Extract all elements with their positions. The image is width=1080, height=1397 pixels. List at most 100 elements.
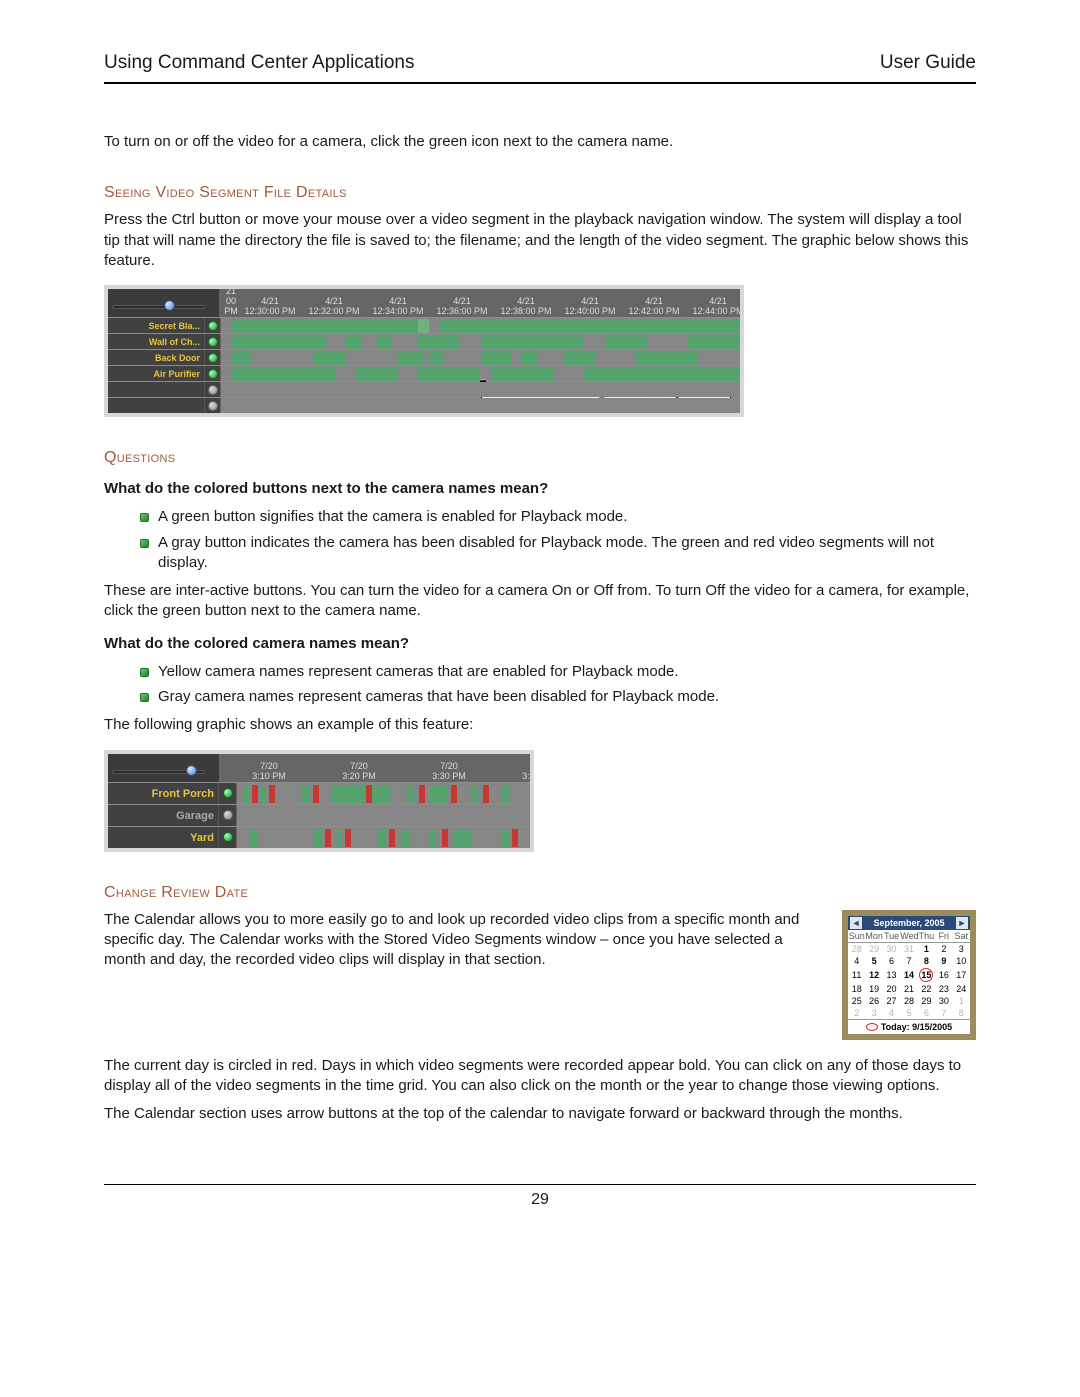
slider-thumb-icon[interactable] (186, 765, 197, 776)
timeline-track[interactable]: Dir 00-12-A8-00-31-42 File F_000274.wmv,… (220, 366, 740, 381)
calendar-day[interactable]: 22 (918, 983, 935, 995)
calendar-day[interactable]: 26 (865, 995, 882, 1007)
timeline-row: Back Door (108, 349, 740, 365)
timeline-track[interactable] (220, 398, 740, 413)
camera-name (108, 382, 204, 397)
calendar-day[interactable]: 19 (865, 983, 882, 995)
camera-toggle-button[interactable] (218, 783, 236, 804)
status-dot-icon (208, 401, 218, 411)
list-item: Yellow camera names represent cameras th… (140, 662, 976, 682)
timeline-track[interactable] (220, 350, 740, 365)
calendar-title[interactable]: September, 2005 (873, 918, 944, 928)
details-paragraph: Press the Ctrl button or move your mouse… (104, 210, 976, 271)
calendar-day[interactable]: 24 (953, 983, 970, 995)
camera-name: Wall of Ch... (108, 334, 204, 349)
question-2: What do the colored camera names mean? (104, 634, 976, 654)
timeline-row (108, 397, 740, 413)
camera-name: Garage (108, 805, 218, 826)
calendar-day[interactable]: 6 (883, 955, 900, 967)
calendar-day[interactable]: 30 (935, 995, 952, 1007)
calendar-day[interactable]: 20 (883, 983, 900, 995)
calendar-dow: Thu (918, 930, 935, 943)
question-2-note: The following graphic shows an example o… (104, 715, 976, 735)
camera-toggle-button[interactable] (204, 382, 220, 397)
camera-toggle-button[interactable] (204, 366, 220, 381)
calendar-day[interactable]: 18 (848, 983, 865, 995)
calendar-day: 31 (900, 942, 917, 955)
timeline-track[interactable] (236, 827, 530, 848)
list-item: Gray camera names represent cameras that… (140, 687, 976, 707)
calendar-day[interactable]: 28 (900, 995, 917, 1007)
status-dot-icon (208, 321, 218, 331)
calendar-day[interactable]: 2 (935, 942, 952, 955)
calendar-prev-button[interactable]: ◄ (850, 917, 862, 929)
calendar-day[interactable]: 12 (865, 967, 882, 983)
timeline-row: Secret Bla... (108, 317, 740, 333)
calendar-day[interactable]: 21 (900, 983, 917, 995)
calendar-day[interactable]: 14 (900, 967, 917, 983)
status-dot-icon (208, 353, 218, 363)
calendar-day: 1 (953, 995, 970, 1007)
camera-toggle-button[interactable] (218, 805, 236, 826)
timeline-row: Air Purifier Dir 00-12-A8-00-31-42 File … (108, 365, 740, 381)
calendar-widget[interactable]: ◄ September, 2005 ► SunMonTueWedThuFriSa… (842, 910, 976, 1040)
timeline-track[interactable] (220, 334, 740, 349)
timeline-slider[interactable] (108, 754, 220, 782)
footer-rule (104, 1184, 976, 1185)
heading-change-review-date: Change Review Date (104, 884, 976, 902)
calendar-day[interactable]: 27 (883, 995, 900, 1007)
timeline-row (108, 381, 740, 397)
page-number: 29 (104, 1191, 976, 1209)
calendar-day[interactable]: 13 (883, 967, 900, 983)
calendar-day[interactable]: 9 (935, 955, 952, 967)
question-1: What do the colored buttons next to the … (104, 479, 976, 499)
camera-name: Air Purifier (108, 366, 204, 381)
intro-paragraph: To turn on or off the video for a camera… (104, 132, 976, 152)
timeline-track[interactable] (220, 382, 740, 397)
timeline-track[interactable] (236, 783, 530, 804)
heading-questions: Questions (104, 449, 976, 467)
calendar-day[interactable]: 17 (953, 967, 970, 983)
timeline-row: Front Porch (108, 782, 530, 804)
figure-timeline-cameras: 7/203:10 PM 7/203:20 PM 7/203:30 PM 7/20… (104, 750, 534, 852)
camera-toggle-button[interactable] (218, 827, 236, 848)
calendar-day[interactable]: 3 (953, 942, 970, 955)
calendar-day[interactable]: 8 (918, 955, 935, 967)
calendar-today-link[interactable]: Today: 9/15/2005 (848, 1019, 970, 1034)
today-circle-icon (866, 1023, 878, 1031)
calendar-day[interactable]: 10 (953, 955, 970, 967)
calendar-day[interactable]: 1 (918, 942, 935, 955)
timeline-slider[interactable] (108, 289, 220, 317)
figure-timeline-details: 2100 PM 4/2112:30:00 PM 4/2112:32:00 PM … (104, 285, 744, 417)
camera-name (108, 398, 204, 413)
calendar-dow: Sat (953, 930, 970, 943)
calendar-day: 6 (918, 1007, 935, 1019)
calendar-day: 30 (883, 942, 900, 955)
list-item: A green button signifies that the camera… (140, 507, 976, 527)
calendar-day[interactable]: 4 (848, 955, 865, 967)
calendar-day[interactable]: 5 (865, 955, 882, 967)
calendar-day[interactable]: 11 (848, 967, 865, 983)
camera-toggle-button[interactable] (204, 334, 220, 349)
timeline-row: Yard (108, 826, 530, 848)
calendar-day[interactable]: 23 (935, 983, 952, 995)
camera-toggle-button[interactable] (204, 398, 220, 413)
camera-toggle-button[interactable] (204, 350, 220, 365)
slider-thumb-icon[interactable] (164, 300, 175, 311)
timeline-track[interactable] (236, 805, 530, 826)
heading-seeing-details: Seeing Video Segment File Details (104, 184, 976, 202)
timeline-track[interactable] (220, 318, 740, 333)
question-1-note: These are inter-active buttons. You can … (104, 581, 976, 622)
status-dot-icon (223, 810, 233, 820)
timeline-time-header: 7/203:10 PM 7/203:20 PM 7/203:30 PM 7/20… (220, 754, 530, 782)
calendar-day: 29 (865, 942, 882, 955)
calendar-dow: Sun (848, 930, 865, 943)
calendar-day[interactable]: 25 (848, 995, 865, 1007)
calendar-day[interactable]: 16 (935, 967, 952, 983)
camera-toggle-button[interactable] (204, 318, 220, 333)
calendar-day[interactable]: 15 (918, 967, 935, 983)
camera-name: Yard (108, 827, 218, 848)
calendar-day[interactable]: 7 (900, 955, 917, 967)
calendar-next-button[interactable]: ► (956, 917, 968, 929)
calendar-day[interactable]: 29 (918, 995, 935, 1007)
